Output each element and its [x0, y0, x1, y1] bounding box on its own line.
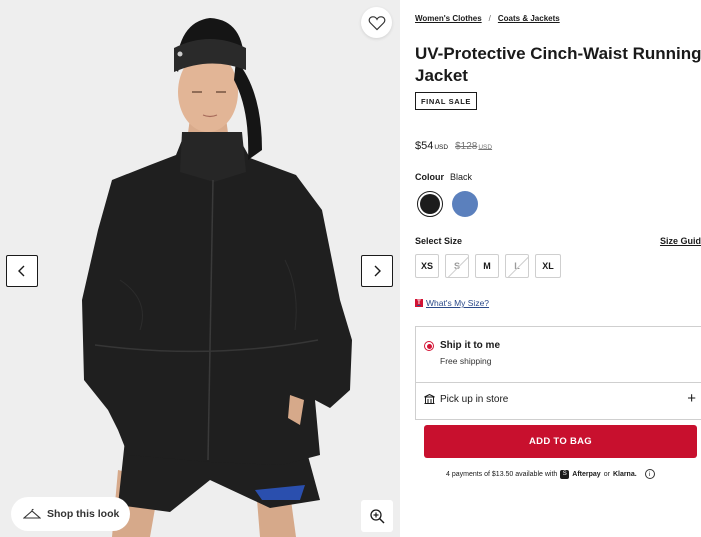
model-wearing-jacket-image: [0, 0, 400, 537]
klarna-brand: Klarna.: [612, 470, 637, 478]
afterpay-logo-icon: S: [560, 469, 570, 479]
zoom-button[interactable]: [361, 500, 393, 532]
original-price: $128USD: [455, 141, 492, 152]
size-selector: XS S M L XL: [415, 254, 561, 278]
size-option-m[interactable]: M: [475, 254, 499, 278]
installment-payment-info: 4 payments of $13.50 available with S Af…: [446, 469, 655, 479]
product-title-line-2: Jacket: [415, 66, 468, 85]
installment-text: 4 payments of $13.50 available with: [446, 470, 558, 478]
original-price-currency: USD: [478, 144, 493, 151]
shop-this-look-button[interactable]: Shop this look: [11, 497, 131, 531]
store-icon: [424, 394, 435, 404]
colour-swatch-black[interactable]: [417, 191, 443, 217]
product-title: UV-Protective Cinch-Waist Running Jacket: [415, 43, 701, 87]
product-info-panel: Women's Clothes / Coats & Jackets UV-Pro…: [400, 0, 701, 537]
wishlist-button[interactable]: [361, 7, 392, 38]
whats-my-size-label: What's My Size?: [426, 298, 490, 308]
product-image-gallery[interactable]: Shop this look: [0, 0, 400, 537]
chevron-right-icon: [374, 265, 381, 277]
pick-up-in-store-option[interactable]: Pick up in store +: [424, 390, 696, 407]
afterpay-brand: Afterpay: [572, 470, 601, 478]
add-to-bag-button[interactable]: ADD TO BAG: [424, 425, 697, 458]
heart-icon: [368, 15, 385, 30]
radio-selected-icon: [424, 341, 434, 351]
sale-price-amount: $54: [415, 140, 434, 152]
previous-image-button[interactable]: [6, 255, 38, 287]
breadcrumb-womens-clothes[interactable]: Women's Clothes: [415, 14, 482, 23]
zoom-in-icon: [370, 509, 385, 524]
fulfillment-divider: [416, 382, 701, 383]
sale-price-currency: USD: [434, 144, 449, 151]
colour-label: Colour: [415, 172, 444, 182]
breadcrumb-separator: /: [488, 14, 491, 23]
size-option-xs[interactable]: XS: [415, 254, 439, 278]
ship-option-title: Ship it to me: [440, 340, 500, 351]
pick-up-label: Pick up in store: [440, 393, 509, 405]
size-option-s[interactable]: S: [445, 254, 469, 278]
product-title-line-1: UV-Protective Cinch-Waist Running: [415, 44, 701, 63]
price-row: $54USD $128USD: [415, 140, 492, 152]
size-heading: Select Size Size Guid: [415, 236, 701, 246]
final-sale-badge: FINAL SALE: [415, 92, 478, 110]
breadcrumb: Women's Clothes / Coats & Jackets: [415, 14, 560, 23]
black-swatch-fill: [420, 194, 440, 214]
size-tool-icon: T: [415, 299, 423, 307]
shop-this-look-label: Shop this look: [47, 508, 120, 520]
colour-heading: Colour Black: [415, 172, 472, 182]
ship-it-to-me-option[interactable]: Ship it to me Free shipping: [424, 340, 500, 366]
original-price-amount: $128: [455, 141, 478, 152]
size-option-xl[interactable]: XL: [535, 254, 561, 278]
fulfillment-options: Ship it to me Free shipping Pick up in s…: [415, 326, 701, 420]
product-photo: [0, 0, 400, 537]
expand-plus-icon: +: [687, 390, 696, 407]
sale-price: $54USD: [415, 140, 448, 152]
selected-colour-name: Black: [450, 172, 473, 182]
select-size-label: Select Size: [415, 236, 463, 246]
breadcrumb-coats-jackets[interactable]: Coats & Jackets: [498, 14, 560, 23]
colour-swatch-blue[interactable]: [452, 191, 478, 217]
size-guide-link[interactable]: Size Guid: [660, 236, 701, 246]
ship-option-subtitle: Free shipping: [440, 356, 492, 366]
size-option-l[interactable]: L: [505, 254, 529, 278]
hanger-icon: [23, 508, 41, 519]
next-image-button[interactable]: [361, 255, 393, 287]
chevron-left-icon: [18, 265, 25, 277]
whats-my-size-link[interactable]: T What's My Size?: [415, 298, 489, 308]
installment-or: or: [603, 470, 610, 478]
info-icon[interactable]: i: [644, 469, 655, 479]
